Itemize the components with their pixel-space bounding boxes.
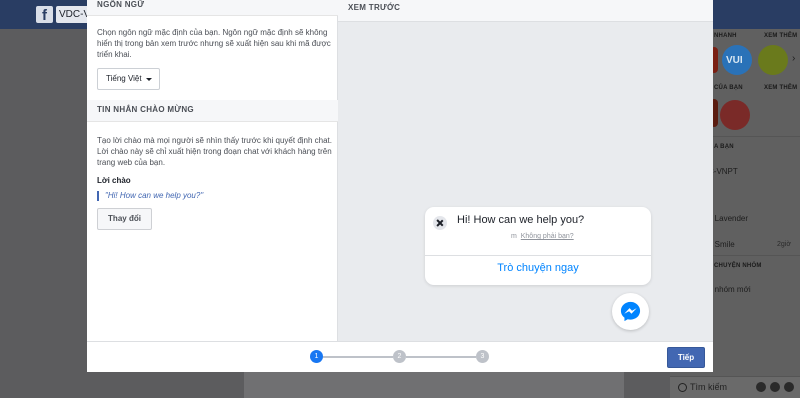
- preview-panel: XEM TRƯỚC Hi! How can we help you? m Khô…: [338, 0, 713, 341]
- game-label: VUI: [726, 55, 743, 66]
- search-icon: [678, 383, 687, 392]
- group-chat-header: CHUYỆN NHÓM: [714, 263, 762, 269]
- chevron-down-icon: [146, 78, 152, 81]
- greeting-section-title: TIN NHẮN CHÀO MỪNG: [87, 100, 338, 122]
- chat-now-button[interactable]: Trò chuyện ngay: [425, 262, 651, 274]
- dialog-footer: 1 2 3 Tiếp: [87, 341, 713, 372]
- step-1-indicator: 1: [310, 350, 323, 363]
- step-2-indicator: 2: [393, 350, 406, 363]
- not-you-link[interactable]: Không phải bạn?: [521, 233, 574, 240]
- step-connector: [406, 356, 476, 358]
- change-greeting-button[interactable]: Thay đổi: [97, 208, 152, 230]
- your-games-header: CỦA BẠN: [714, 85, 743, 91]
- messenger-icon[interactable]: [612, 293, 649, 330]
- facebook-logo-icon: f: [36, 6, 53, 24]
- greeting-quote: "Hi! How can we help you?": [97, 191, 203, 201]
- compose-icon[interactable]: [770, 382, 780, 392]
- game-icon-candy-crush: [720, 100, 750, 130]
- background-content-card: [244, 372, 624, 398]
- preview-title: XEM TRƯỚC: [338, 0, 713, 22]
- friends-header: A BẠN: [714, 144, 734, 150]
- games-header: NHANH: [714, 33, 737, 39]
- see-more-link-2: XEM THÊM: [764, 85, 798, 91]
- background-search-bar[interactable]: Tìm kiếm: [670, 376, 800, 398]
- language-dropdown[interactable]: Tiếng Việt: [97, 68, 160, 90]
- search-placeholder: Tìm kiếm: [690, 382, 727, 392]
- contact-item[interactable]: e Lavender: [708, 214, 748, 223]
- card-divider: [425, 255, 651, 256]
- gear-icon[interactable]: [756, 382, 766, 392]
- chat-greeting-card: Hi! How can we help you? m Không phải bạ…: [425, 207, 651, 285]
- language-selected: Tiếng Việt: [106, 74, 142, 83]
- contacts-icon[interactable]: [784, 382, 794, 392]
- close-icon[interactable]: [433, 216, 447, 230]
- not-you-row: m Không phải bạn?: [511, 233, 574, 240]
- greeting-label: Lời chào: [97, 176, 131, 185]
- greeting-preview-text: Hi! How can we help you?: [457, 214, 585, 226]
- contact-time: 2giờ: [777, 241, 791, 248]
- new-group-link[interactable]: o nhóm mới: [708, 285, 751, 294]
- language-section-title: NGÔN NGỮ: [87, 0, 338, 16]
- greeting-description: Tạo lời chào mà mọi người sẽ nhìn thấy t…: [97, 136, 333, 167]
- settings-column: NGÔN NGỮ Chọn ngôn ngữ mặc định của bạn.…: [87, 0, 338, 341]
- not-you-prefix: m: [511, 233, 517, 240]
- step-connector: [323, 356, 393, 358]
- next-button[interactable]: Tiếp: [667, 347, 705, 368]
- see-more-link: XEM THÊM: [764, 33, 798, 39]
- language-description: Chọn ngôn ngữ mặc định của bạn. Ngôn ngữ…: [97, 28, 331, 59]
- messenger-setup-dialog: NGÔN NGỮ Chọn ngôn ngữ mặc định của bạn.…: [87, 0, 713, 372]
- game-icon-monkey: [758, 45, 788, 75]
- chevron-right-icon: ›: [792, 53, 796, 64]
- game-icon-vui: VUI: [722, 45, 752, 75]
- step-3-indicator: 3: [476, 350, 489, 363]
